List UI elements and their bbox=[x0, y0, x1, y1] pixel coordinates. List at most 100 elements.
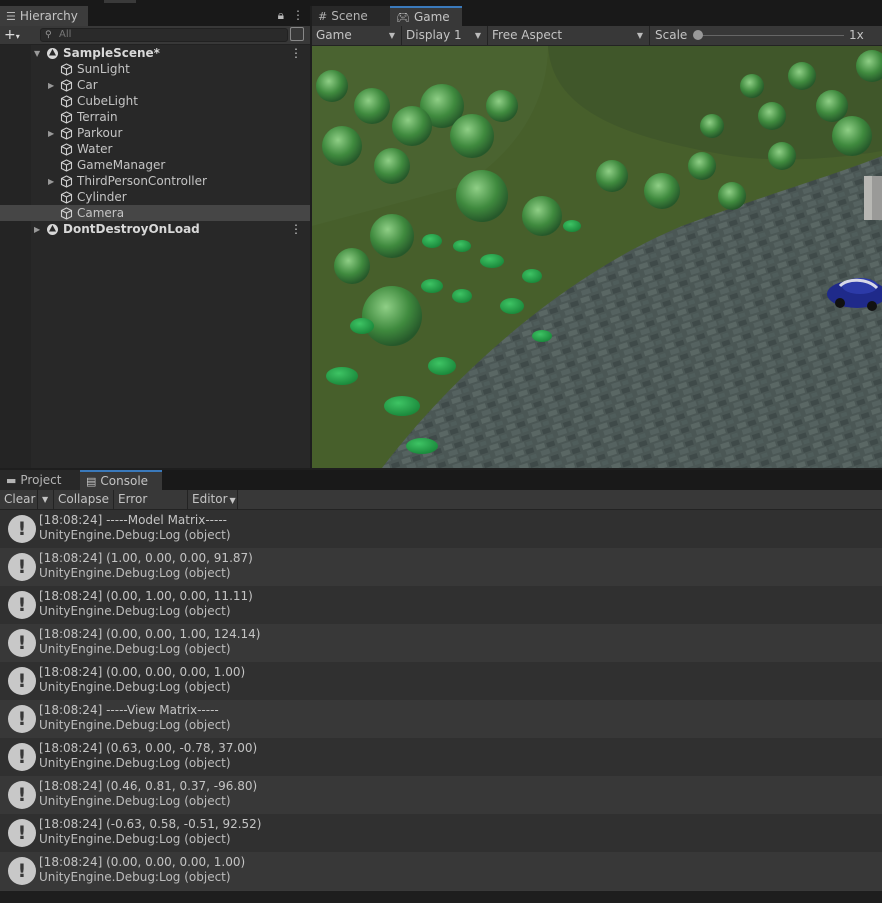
hierarchy-item[interactable]: Terrain bbox=[0, 109, 310, 125]
hierarchy-item[interactable]: Cylinder bbox=[0, 189, 310, 205]
info-exclamation-icon: ! bbox=[8, 857, 36, 885]
error-pause-toggle[interactable]: Error Pause bbox=[114, 490, 188, 525]
game-viewport[interactable] bbox=[312, 46, 882, 468]
hierarchy-item[interactable]: Camera bbox=[0, 205, 310, 221]
gameobject-cube-icon bbox=[60, 78, 73, 92]
display-dropdown[interactable]: Display 1 ▼ bbox=[402, 26, 488, 45]
collapse-label: Collapse bbox=[58, 492, 109, 506]
console-toolbar: Clear ▼ Collapse Error Pause Editor▼ bbox=[0, 490, 882, 525]
chevron-down-icon: ▼ bbox=[388, 31, 395, 40]
unity-scene-icon bbox=[47, 223, 58, 235]
game-mode-dropdown[interactable]: Game ▼ bbox=[312, 26, 402, 45]
log-message: [18:08:24] (0.00, 0.00, 0.00, 1.00) bbox=[39, 665, 246, 679]
info-exclamation-icon: ! bbox=[8, 629, 36, 657]
lock-icon[interactable]: 🔒︎ bbox=[278, 8, 284, 23]
grid-icon: # bbox=[318, 9, 328, 23]
hierarchy-item-label: Car bbox=[77, 78, 98, 92]
hierarchy-item-label: Water bbox=[77, 142, 113, 156]
info-exclamation-icon: ! bbox=[8, 667, 36, 695]
console-log-entry[interactable]: ! [18:08:24] (0.63, 0.00, -0.78, 37.00) Un… bbox=[0, 738, 882, 776]
chevron-down-icon: ▼ bbox=[42, 495, 49, 504]
collapse-arrow-icon[interactable]: ▶ bbox=[48, 129, 54, 138]
scene-menu-icon[interactable]: ⋮ bbox=[290, 46, 302, 60]
collapse-arrow-icon[interactable]: ▶ bbox=[34, 225, 40, 234]
hierarchy-item[interactable]: Water bbox=[0, 141, 310, 157]
log-stacktrace: UnityEngine.Debug:Log (object) bbox=[39, 528, 231, 542]
hierarchy-toolbar: +▾ ⚲ All bbox=[0, 26, 310, 45]
collapse-arrow-icon[interactable]: ▶ bbox=[48, 177, 54, 186]
chevron-down-icon: ▼ bbox=[229, 496, 236, 505]
console-log-entry[interactable]: ! [18:08:24] (0.00, 1.00, 0.00, 11.11) Uni… bbox=[0, 586, 882, 624]
game-render bbox=[312, 46, 882, 468]
hierarchy-scene-row[interactable]: ▼ SampleScene* ⋮ bbox=[0, 45, 310, 61]
hierarchy-item[interactable]: ▶ Parkour bbox=[0, 125, 310, 141]
tab-console-label: Console bbox=[100, 474, 149, 488]
hierarchy-item[interactable]: SunLight bbox=[0, 61, 310, 77]
gameobject-cube-icon bbox=[60, 206, 73, 220]
hierarchy-tabbar: ☰ Hierarchy 🔒︎ ⋮ bbox=[0, 6, 310, 26]
hierarchy-search-input[interactable]: ⚲ All bbox=[40, 28, 288, 42]
tab-project[interactable]: ▬ Project bbox=[0, 470, 80, 490]
editor-dropdown[interactable]: Editor ▼ bbox=[188, 490, 238, 509]
console-log-entry[interactable]: ! [18:08:24] (1.00, 0.00, 0.00, 91.87) Uni… bbox=[0, 548, 882, 586]
info-exclamation-icon: ! bbox=[8, 781, 36, 809]
clear-options-dropdown[interactable]: ▼ bbox=[38, 490, 54, 509]
hierarchy-item-label: Terrain bbox=[77, 110, 118, 124]
search-placeholder: All bbox=[59, 29, 72, 40]
log-message: [18:08:24] (0.00, 0.00, 1.00, 124.14) bbox=[39, 627, 261, 641]
editor-label: Editor bbox=[192, 492, 228, 506]
scene-filter-button[interactable] bbox=[290, 27, 304, 41]
hierarchy-item-label: SunLight bbox=[77, 62, 130, 76]
gameobject-cube-icon bbox=[60, 174, 73, 188]
scale-slider-track[interactable] bbox=[698, 35, 844, 36]
hierarchy-header-icons: 🔒︎ ⋮ bbox=[278, 8, 304, 23]
hierarchy-item-label: DontDestroyOnLoad bbox=[63, 222, 200, 236]
tab-game[interactable]: 🎮︎ Game bbox=[390, 6, 462, 26]
console-log-list: ! [18:08:24] -----Model Matrix----- UnityE… bbox=[0, 510, 882, 890]
console-log-entry[interactable]: ! [18:08:24] (0.00, 0.00, 0.00, 1.00) Unit… bbox=[0, 852, 882, 890]
panel-menu-icon[interactable]: ⋮ bbox=[292, 8, 304, 23]
console-log-entry[interactable]: ! [18:08:24] -----View Matrix----- UnityEn… bbox=[0, 700, 882, 738]
console-log-entry[interactable]: ! [18:08:24] (0.46, 0.81, 0.37, -96.80) Un… bbox=[0, 776, 882, 814]
scale-label: Scale bbox=[655, 28, 688, 42]
hierarchy-item[interactable]: GameManager bbox=[0, 157, 310, 173]
add-object-button[interactable]: +▾ bbox=[4, 27, 20, 45]
log-message: [18:08:24] (0.00, 0.00, 0.00, 1.00) bbox=[39, 855, 246, 869]
info-exclamation-icon: ! bbox=[8, 705, 36, 733]
expand-arrow-icon[interactable]: ▼ bbox=[34, 49, 40, 58]
log-stacktrace: UnityEngine.Debug:Log (object) bbox=[39, 718, 231, 732]
tab-scene[interactable]: # Scene bbox=[312, 6, 390, 26]
clear-button[interactable]: Clear bbox=[0, 490, 38, 509]
unity-scene-icon bbox=[47, 47, 58, 59]
scene-menu-icon[interactable]: ⋮ bbox=[290, 222, 302, 236]
hierarchy-item-label: SampleScene* bbox=[63, 46, 160, 60]
collapse-arrow-icon[interactable]: ▶ bbox=[48, 81, 54, 90]
tab-hierarchy[interactable]: ☰ Hierarchy bbox=[0, 6, 88, 26]
hierarchy-scene-row[interactable]: ▶ DontDestroyOnLoad ⋮ bbox=[0, 221, 310, 237]
aspect-dropdown[interactable]: Free Aspect ▼ bbox=[488, 26, 650, 45]
scale-slider-handle[interactable] bbox=[693, 30, 703, 40]
log-message: [18:08:24] (0.63, 0.00, -0.78, 37.00) bbox=[39, 741, 258, 755]
console-log-entry[interactable]: ! [18:08:24] (-0.63, 0.58, -0.51, 92.52) U… bbox=[0, 814, 882, 852]
console-log-entry[interactable]: ! [18:08:24] -----Model Matrix----- UnityE… bbox=[0, 510, 882, 548]
hierarchy-panel: ☰ Hierarchy 🔒︎ ⋮ +▾ ⚲ All ▼ SampleScene* ⋮… bbox=[0, 6, 310, 468]
tab-console[interactable]: ▤ Console bbox=[80, 470, 162, 490]
log-stacktrace: UnityEngine.Debug:Log (object) bbox=[39, 756, 231, 770]
search-icon: ⚲ bbox=[45, 30, 52, 40]
hierarchy-item[interactable]: ▶ ThirdPersonController bbox=[0, 173, 310, 189]
log-stacktrace: UnityEngine.Debug:Log (object) bbox=[39, 832, 231, 846]
pillar bbox=[864, 176, 882, 220]
console-tabbar: ▬ Project ▤ Console bbox=[0, 470, 882, 490]
log-message: [18:08:24] (1.00, 0.00, 0.00, 91.87) bbox=[39, 551, 253, 565]
console-log-entry[interactable]: ! [18:08:24] (0.00, 0.00, 0.00, 1.00) Unit… bbox=[0, 662, 882, 700]
log-message: [18:08:24] (-0.63, 0.58, -0.51, 92.52) bbox=[39, 817, 262, 831]
list-icon: ☰ bbox=[6, 9, 16, 23]
console-log-entry[interactable]: ! [18:08:24] (0.00, 0.00, 1.00, 124.14) Un… bbox=[0, 624, 882, 662]
chevron-down-icon: ▼ bbox=[636, 31, 643, 40]
hierarchy-item[interactable]: ▶ Car bbox=[0, 77, 310, 93]
log-stacktrace: UnityEngine.Debug:Log (object) bbox=[39, 680, 231, 694]
collapse-toggle[interactable]: Collapse bbox=[54, 490, 114, 509]
hierarchy-item-label: Camera bbox=[77, 206, 125, 220]
info-exclamation-icon: ! bbox=[8, 819, 36, 847]
hierarchy-item[interactable]: CubeLight bbox=[0, 93, 310, 109]
